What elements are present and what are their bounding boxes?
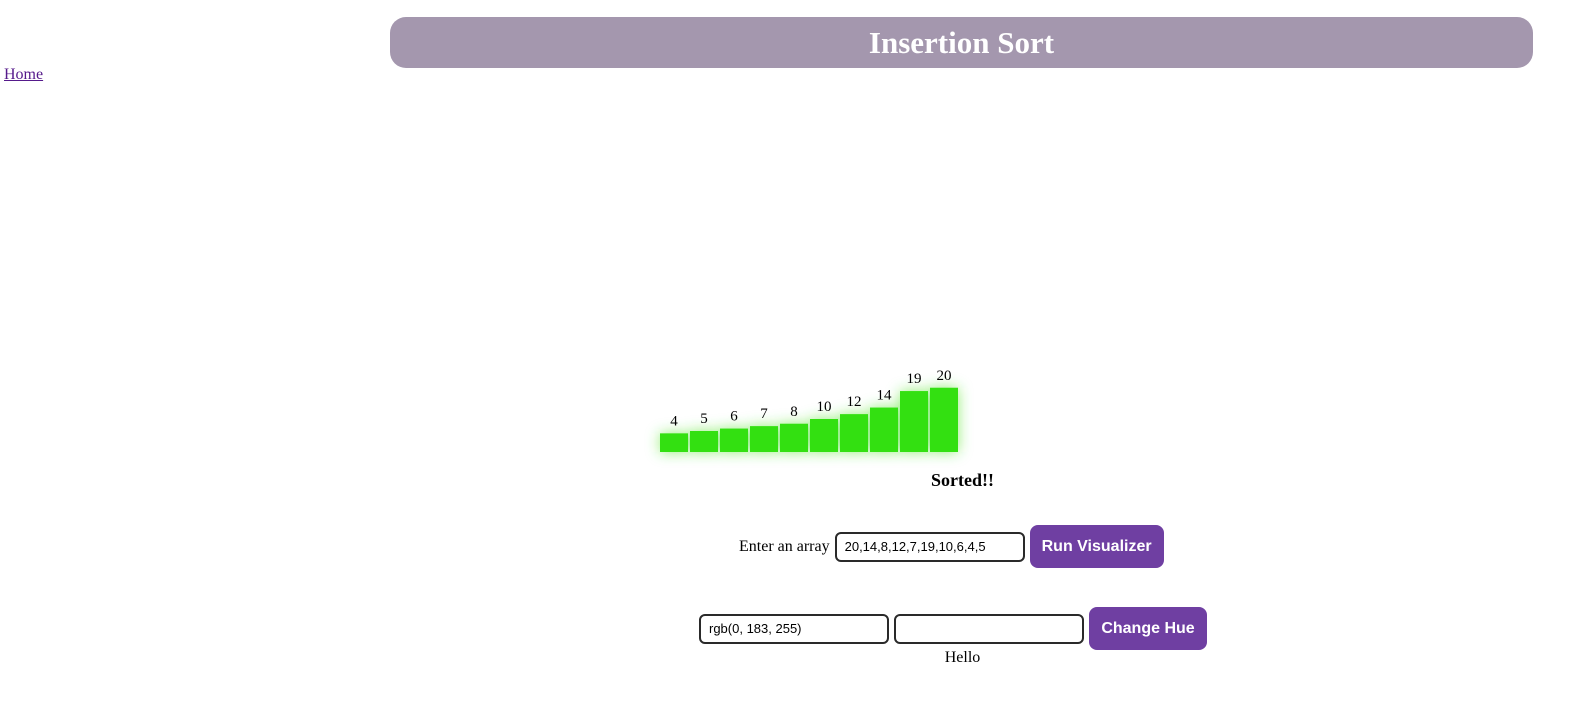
bar: [780, 423, 808, 452]
color-input[interactable]: [699, 613, 889, 644]
array-input-label: Enter an array: [739, 537, 830, 555]
hue-caption: Hello: [0, 649, 1575, 667]
bar-glow: [690, 431, 718, 452]
bars-glow: [660, 387, 958, 452]
page-title: Insertion Sort: [868, 25, 1055, 60]
bar: [810, 419, 838, 452]
bar-glow: [930, 387, 958, 452]
array-form: Enter an array Run Visualizer: [739, 525, 1164, 568]
bar: [720, 428, 748, 452]
bar: [750, 426, 778, 452]
status-wrap: Sorted!!: [0, 470, 1575, 491]
hue-form: Change Hue: [699, 607, 1207, 650]
bar-glow: [720, 428, 748, 452]
bar-glow: [900, 391, 928, 452]
array-input[interactable]: [834, 531, 1025, 562]
hue-caption-text: Hello: [944, 649, 981, 666]
bar-glow: [840, 414, 868, 452]
bar-value-label: 10: [817, 399, 832, 415]
bar: [660, 433, 688, 452]
bar: [840, 414, 868, 452]
bar-glow: [780, 423, 808, 452]
bar-glow: [870, 407, 898, 452]
second-color-input[interactable]: [894, 613, 1084, 644]
bar-labels: 4 5 6 7 8 10 12 14 19 20: [670, 368, 951, 430]
bar-glow: [660, 433, 688, 452]
bar-value-label: 14: [877, 388, 893, 404]
bar-value-label: 20: [937, 368, 952, 384]
bar: [930, 387, 958, 452]
bar-value-label: 19: [907, 371, 922, 387]
bar-glow: [810, 419, 838, 452]
bar-glow: [750, 426, 778, 452]
bar: [690, 431, 718, 452]
bar-value-label: 5: [700, 411, 708, 427]
bar: [870, 407, 898, 452]
sort-status: Sorted!!: [931, 470, 994, 490]
bar-value-label: 4: [670, 413, 678, 429]
run-visualizer-button[interactable]: Run Visualizer: [1029, 525, 1164, 568]
change-hue-button[interactable]: Change Hue: [1089, 607, 1207, 650]
header-bar: Insertion Sort: [390, 17, 1533, 68]
bar-value-label: 12: [847, 394, 862, 410]
bar-value-label: 6: [730, 409, 738, 425]
bar: [900, 391, 928, 452]
bar-value-label: 7: [760, 406, 768, 422]
bars-group: [660, 387, 958, 452]
bar-value-label: 8: [790, 404, 798, 420]
home-link[interactable]: Home: [4, 66, 43, 84]
